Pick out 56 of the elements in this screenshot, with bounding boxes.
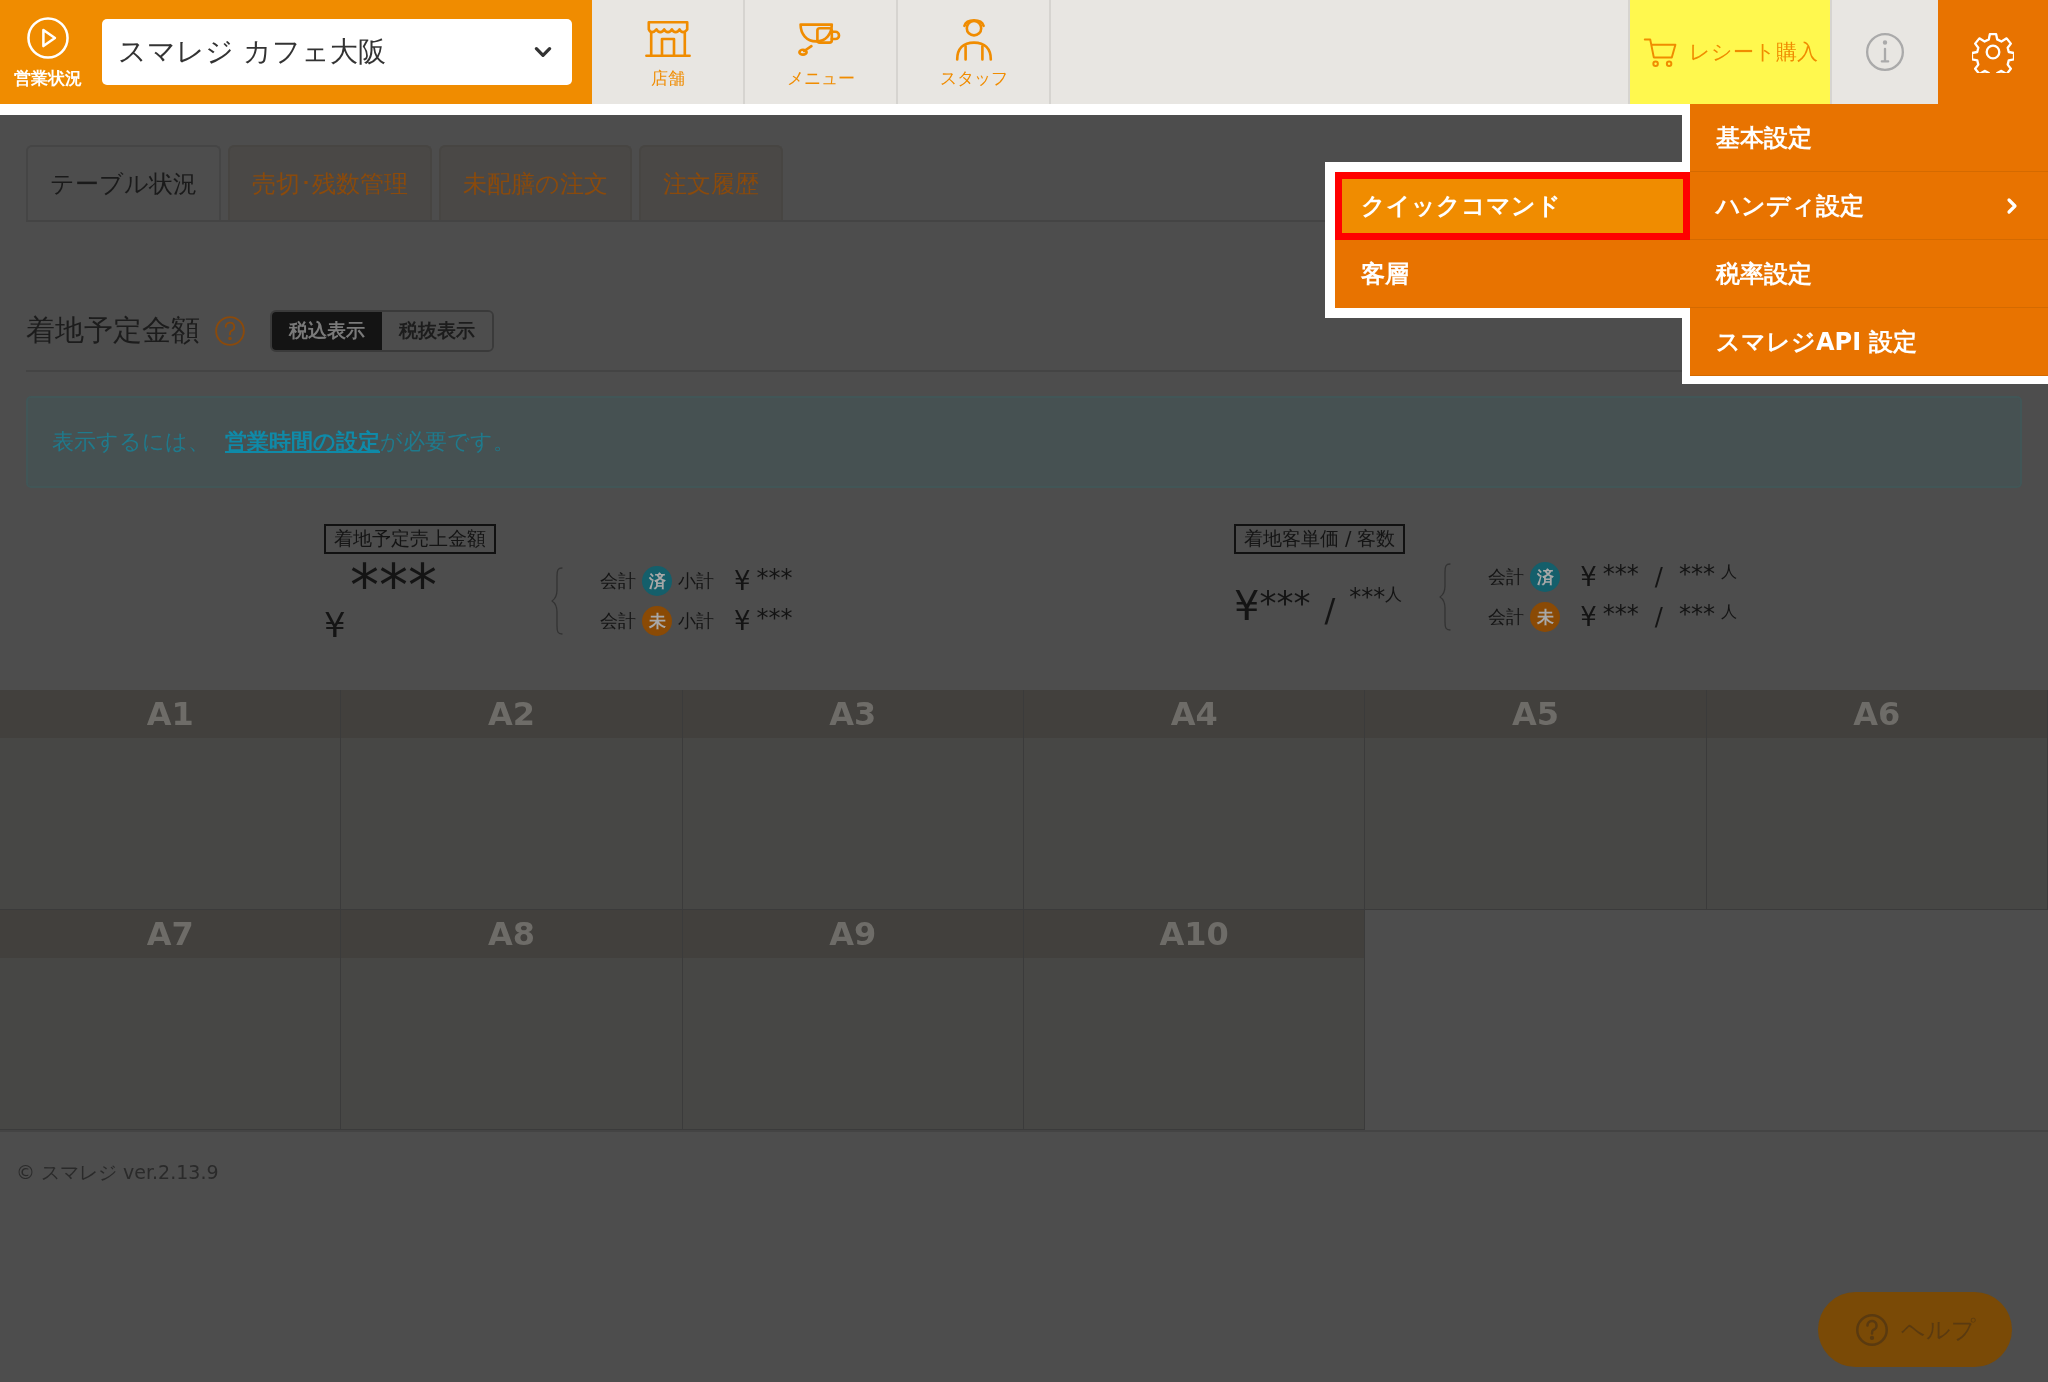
- menu-item[interactable]: 客層: [1335, 240, 1690, 308]
- sum-label: 着地客単価 / 客数: [1234, 524, 1406, 554]
- row-label: 会計: [600, 569, 636, 593]
- currency-sign: ¥: [1234, 583, 1260, 629]
- receipt-button[interactable]: レシート購入: [1628, 0, 1830, 104]
- menu-item[interactable]: クイックコマンド: [1335, 172, 1690, 240]
- brace-icon: [1438, 562, 1453, 632]
- count-value: ***: [1349, 583, 1386, 611]
- slash-separator: /: [1654, 563, 1663, 591]
- sum-label: 着地予定売上金額: [324, 524, 496, 554]
- amount-value: ***: [756, 566, 793, 590]
- menu-item[interactable]: 基本設定: [1690, 104, 2048, 172]
- amount-value: ***: [1602, 562, 1639, 586]
- currency-sign: ¥: [1580, 562, 1597, 592]
- play-icon: [25, 14, 71, 61]
- status-button[interactable]: 営業状況: [8, 14, 88, 90]
- tab[interactable]: 売切･残数管理: [228, 145, 432, 220]
- store-select[interactable]: スマレジ カフェ大阪: [102, 19, 572, 85]
- currency-sign: ¥: [734, 566, 751, 596]
- status-badge: 済: [1530, 562, 1561, 592]
- row-label: 会計: [1488, 605, 1525, 629]
- info-icon: [1864, 31, 1906, 73]
- status-badge: 未: [642, 606, 672, 636]
- row-label: 会計: [1488, 565, 1525, 589]
- brace-icon: [550, 566, 564, 636]
- count-value: ***: [1678, 602, 1715, 626]
- menu-item[interactable]: ハンディ設定: [1690, 172, 2048, 240]
- toggle-button[interactable]: 税込表示: [272, 312, 382, 350]
- settings-button[interactable]: [1938, 0, 2048, 104]
- unit-label: 人: [1720, 562, 1737, 583]
- count-value: ***: [1678, 562, 1715, 586]
- menu-item[interactable]: スマレジAPI 設定: [1690, 308, 2048, 376]
- tab[interactable]: 未配膳の注文: [439, 145, 632, 220]
- amount-value: ***: [1259, 583, 1311, 623]
- menu-item[interactable]: 税率設定: [1690, 240, 2048, 308]
- tab[interactable]: 注文履歴: [639, 145, 783, 220]
- unit-label: 人: [1385, 583, 1403, 606]
- alert-text: 表示するには、 営業時間の設定が必要です。: [52, 428, 515, 456]
- settings-link[interactable]: 営業時間の設定: [225, 429, 380, 454]
- unit-label: 人: [1720, 602, 1737, 623]
- slash-separator: /: [1324, 591, 1336, 629]
- help-icon: [214, 315, 246, 347]
- status-badge: 済: [642, 566, 672, 596]
- help-icon: [1854, 1312, 1889, 1347]
- amount-value: ***: [756, 606, 793, 630]
- amount-value: ***: [1602, 602, 1639, 626]
- amount-value: ***: [350, 562, 438, 610]
- currency-sign: ¥: [324, 610, 347, 640]
- row-label: 小計: [678, 569, 714, 593]
- currency-sign: ¥: [734, 606, 751, 636]
- row-label: 会計: [600, 609, 636, 633]
- currency-sign: ¥: [1580, 602, 1597, 632]
- slash-separator: /: [1654, 603, 1663, 631]
- row-label: 小計: [678, 609, 714, 633]
- settings-icon: [1972, 31, 2014, 73]
- status-badge: 未: [1530, 602, 1561, 632]
